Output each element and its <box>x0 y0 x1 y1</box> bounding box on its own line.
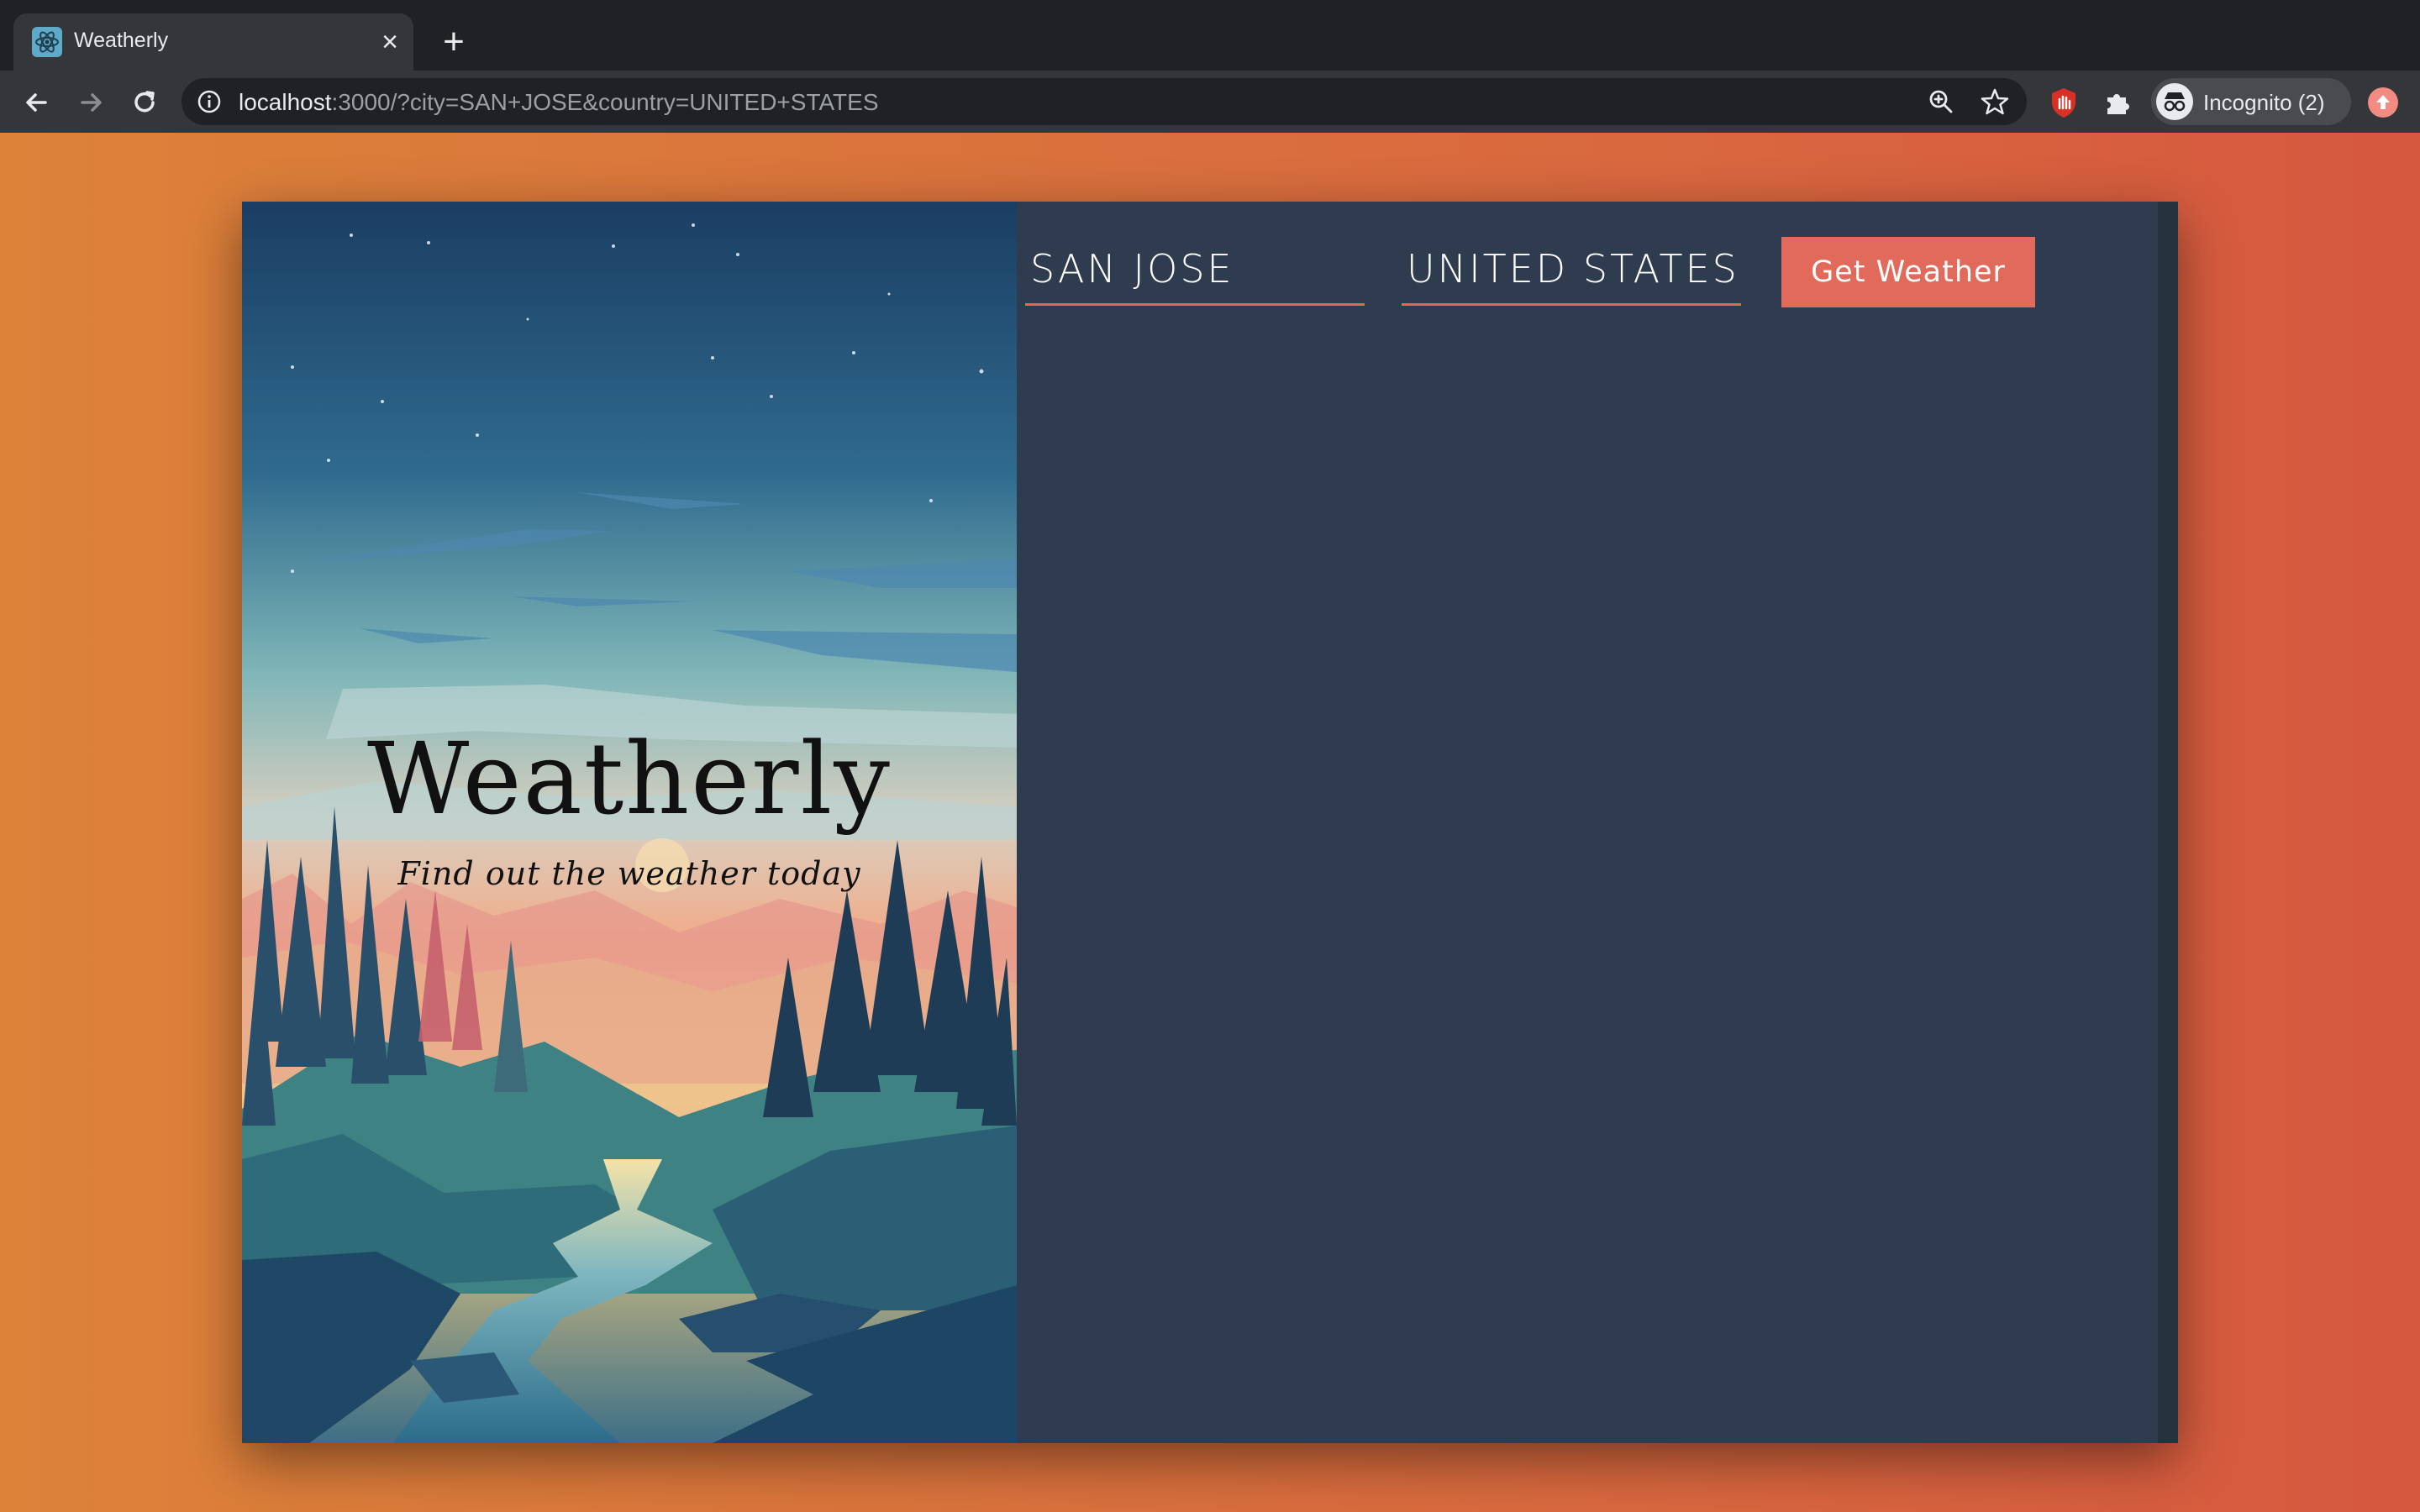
zoom-icon[interactable] <box>1928 88 1954 115</box>
extensions-puzzle-icon[interactable] <box>2101 86 2134 119</box>
site-info-icon[interactable] <box>197 89 222 114</box>
city-input[interactable] <box>1025 235 1365 302</box>
page-viewport: Weatherly Find out the weather today Get… <box>0 133 2420 1512</box>
get-weather-button[interactable]: Get Weather <box>1781 237 2035 307</box>
address-url[interactable]: localhost:3000/?city=SAN+JOSE&country=UN… <box>239 89 879 116</box>
app-subtitle: Find out the weather today <box>397 855 861 892</box>
extension-shield-icon[interactable] <box>2047 86 2081 119</box>
reload-icon[interactable] <box>128 86 161 119</box>
browser-tabstrip: Weatherly × + <box>0 0 2420 71</box>
forward-icon[interactable] <box>74 86 108 119</box>
scrollbar[interactable] <box>2158 202 2178 1443</box>
country-input[interactable] <box>1402 235 1741 302</box>
react-atom-icon <box>32 27 62 57</box>
browser-toolbar: localhost:3000/?city=SAN+JOSE&country=UN… <box>0 71 2420 133</box>
back-icon[interactable] <box>20 86 54 119</box>
country-field[interactable] <box>1402 235 1741 306</box>
new-tab-icon[interactable]: + <box>435 24 472 60</box>
bookmark-star-icon[interactable] <box>1980 87 2010 117</box>
incognito-label: Incognito (2) <box>2203 90 2325 115</box>
hero-panel: Weatherly Find out the weather today <box>242 202 1017 1443</box>
address-bar[interactable]: localhost:3000/?city=SAN+JOSE&country=UN… <box>182 78 2027 125</box>
app-title: Weatherly <box>367 721 892 837</box>
tab-title: Weatherly <box>74 29 169 52</box>
weather-card: Weatherly Find out the weather today Get… <box>242 202 2178 1443</box>
browser-tab[interactable]: Weatherly × <box>13 13 413 71</box>
city-field[interactable] <box>1025 235 1365 306</box>
incognito-profile-button[interactable]: Incognito (2) <box>2151 78 2351 125</box>
incognito-icon <box>2156 83 2193 120</box>
update-icon[interactable] <box>2368 87 2398 118</box>
close-tab-icon[interactable]: × <box>373 25 407 59</box>
